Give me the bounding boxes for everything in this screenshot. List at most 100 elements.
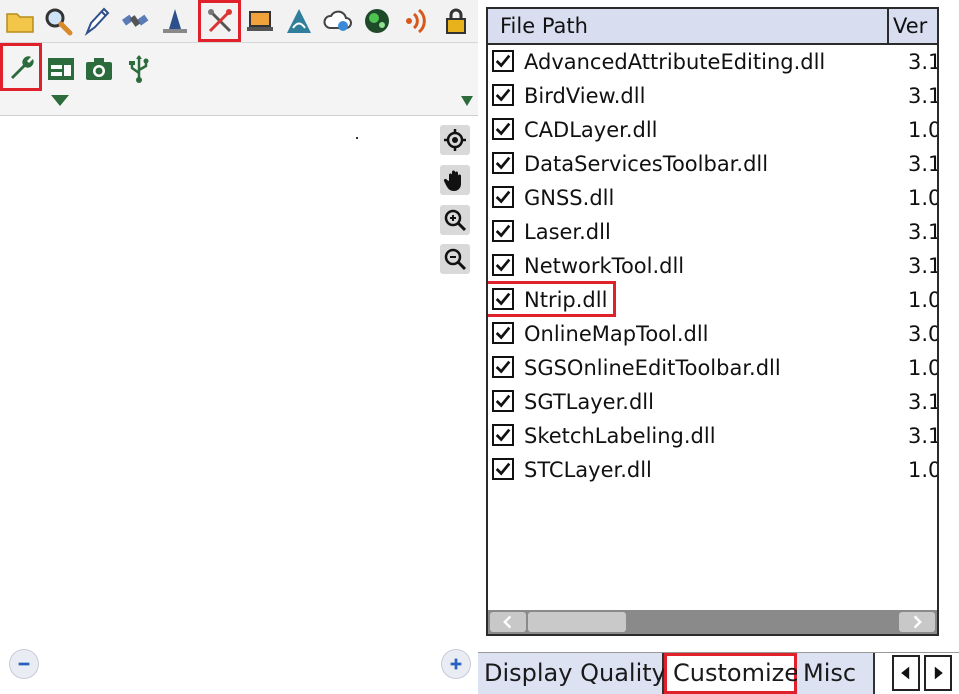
signal-map-icon[interactable] xyxy=(281,3,317,39)
column-file-path[interactable]: File Path xyxy=(488,9,885,43)
checkmark-icon xyxy=(495,462,511,476)
table-row[interactable]: NetworkTool.dll 3.1 xyxy=(488,249,937,283)
cloud-icon[interactable] xyxy=(320,3,356,39)
globe-icon[interactable] xyxy=(359,3,395,39)
table-row[interactable]: AdvancedAttributeEditing.dll 3.1 xyxy=(488,45,937,79)
folder-icon[interactable] xyxy=(2,3,38,39)
main-toolbar xyxy=(0,0,478,43)
row-checkbox[interactable] xyxy=(492,254,514,276)
row-checkbox[interactable] xyxy=(492,220,514,242)
column-version[interactable]: Ver xyxy=(887,9,937,43)
tools-icon[interactable] xyxy=(198,0,241,42)
locate-icon[interactable] xyxy=(440,125,470,155)
window-icon[interactable] xyxy=(42,47,80,91)
file-name: BirdView.dll xyxy=(524,84,646,108)
row-checkbox[interactable] xyxy=(492,50,514,72)
table-row[interactable]: SGTLayer.dll 3.1 xyxy=(488,385,937,419)
table-row[interactable]: SketchLabeling.dll 3.1 xyxy=(488,419,937,453)
usb-icon[interactable] xyxy=(120,47,158,91)
row-checkbox[interactable] xyxy=(492,84,514,106)
file-version: 3.0 xyxy=(908,322,939,346)
file-name: SGTLayer.dll xyxy=(524,390,654,414)
file-version: 1.0 xyxy=(908,458,939,482)
row-checkbox[interactable] xyxy=(492,424,514,446)
checkmark-icon xyxy=(495,258,511,272)
row-checkbox[interactable] xyxy=(492,458,514,480)
file-name: SketchLabeling.dll xyxy=(524,424,716,448)
row-checkbox[interactable] xyxy=(492,152,514,174)
row-checkbox[interactable] xyxy=(492,356,514,378)
file-version: 3.1 xyxy=(908,152,939,176)
file-name: STCLayer.dll xyxy=(524,458,652,482)
checkmark-icon xyxy=(495,360,511,374)
table-row[interactable]: GNSS.dll 1.0 xyxy=(488,181,937,215)
collapse-arrow-icon[interactable] xyxy=(461,96,473,106)
file-version: 1.0 xyxy=(908,186,939,210)
camera-icon[interactable] xyxy=(80,47,118,91)
tab-display-quality[interactable]: Display Quality xyxy=(478,653,666,694)
map-canvas[interactable] xyxy=(0,116,478,693)
row-checkbox[interactable] xyxy=(492,186,514,208)
plus-icon[interactable] xyxy=(441,649,471,679)
tab-next-button[interactable] xyxy=(924,655,952,691)
tab-customize[interactable]: Customize xyxy=(664,653,799,694)
scroll-left-button[interactable] xyxy=(490,612,526,632)
table-row[interactable]: CADLayer.dll 1.0 xyxy=(488,113,937,147)
settings-tabs: Display Quality Customize Misc xyxy=(478,652,959,694)
laptop-icon[interactable] xyxy=(242,3,278,39)
row-checkbox[interactable] xyxy=(492,390,514,412)
highlight-box xyxy=(488,281,616,317)
file-name: AdvancedAttributeEditing.dll xyxy=(524,50,826,74)
checkmark-icon xyxy=(495,326,511,340)
checkmark-icon xyxy=(495,156,511,170)
file-name: NetworkTool.dll xyxy=(524,254,685,278)
row-checkbox[interactable] xyxy=(492,118,514,140)
customize-toolbar xyxy=(0,43,478,116)
checkmark-icon xyxy=(495,394,511,408)
checkmark-icon xyxy=(495,122,511,136)
lock-icon[interactable] xyxy=(438,3,474,39)
broadcast-icon[interactable] xyxy=(398,3,434,39)
file-version: 1.0 xyxy=(908,356,939,380)
survey-icon[interactable] xyxy=(157,3,193,39)
table-row[interactable]: DataServicesToolbar.dll 3.1 xyxy=(488,147,937,181)
satellite-icon[interactable] xyxy=(117,3,153,39)
file-name: DataServicesToolbar.dll xyxy=(524,152,769,176)
tab-prev-button[interactable] xyxy=(892,655,920,691)
checkmark-icon xyxy=(495,54,511,68)
zoom-out-icon[interactable] xyxy=(440,244,470,274)
row-checkbox[interactable] xyxy=(492,322,514,344)
file-version: 3.1 xyxy=(908,254,939,278)
pan-hand-icon[interactable] xyxy=(440,165,470,195)
table-row[interactable]: STCLayer.dll 1.0 xyxy=(488,453,937,487)
file-name: OnlineMapTool.dll xyxy=(524,322,709,346)
table-row[interactable]: OnlineMapTool.dll 3.0 xyxy=(488,317,937,351)
expand-arrow-icon[interactable] xyxy=(51,95,69,106)
table-row[interactable]: Ntrip.dll 1.0 xyxy=(488,281,937,317)
checkmark-icon xyxy=(495,224,511,238)
map-point xyxy=(356,137,358,139)
file-version: 3.1 xyxy=(908,390,939,414)
table-row[interactable]: BirdView.dll 3.1 xyxy=(488,79,937,113)
file-name: SGSOnlineEditToolbar.dll xyxy=(524,356,781,380)
pen-icon[interactable] xyxy=(79,3,115,39)
wrench-icon[interactable] xyxy=(0,43,42,91)
file-name: CADLayer.dll xyxy=(524,118,658,142)
search-icon[interactable] xyxy=(40,3,76,39)
file-version: 3.1 xyxy=(908,50,939,74)
plugin-file-list: File Path Ver AdvancedAttributeEditing.d… xyxy=(486,7,939,636)
tab-misc[interactable]: Misc xyxy=(797,653,875,694)
file-version: 3.1 xyxy=(908,84,939,108)
scroll-right-button[interactable] xyxy=(899,612,935,632)
minus-icon[interactable] xyxy=(9,649,39,679)
zoom-in-icon[interactable] xyxy=(440,205,470,235)
scroll-thumb[interactable] xyxy=(528,612,626,632)
checkmark-icon xyxy=(495,428,511,442)
table-row[interactable]: SGSOnlineEditToolbar.dll 1.0 xyxy=(488,351,937,385)
horizontal-scrollbar[interactable] xyxy=(488,610,937,634)
table-row[interactable]: Laser.dll 3.1 xyxy=(488,215,937,249)
file-name: Laser.dll xyxy=(524,220,611,244)
file-version: 1.0 xyxy=(908,118,939,142)
list-header: File Path Ver xyxy=(488,9,937,45)
file-version: 3.1 xyxy=(908,220,939,244)
